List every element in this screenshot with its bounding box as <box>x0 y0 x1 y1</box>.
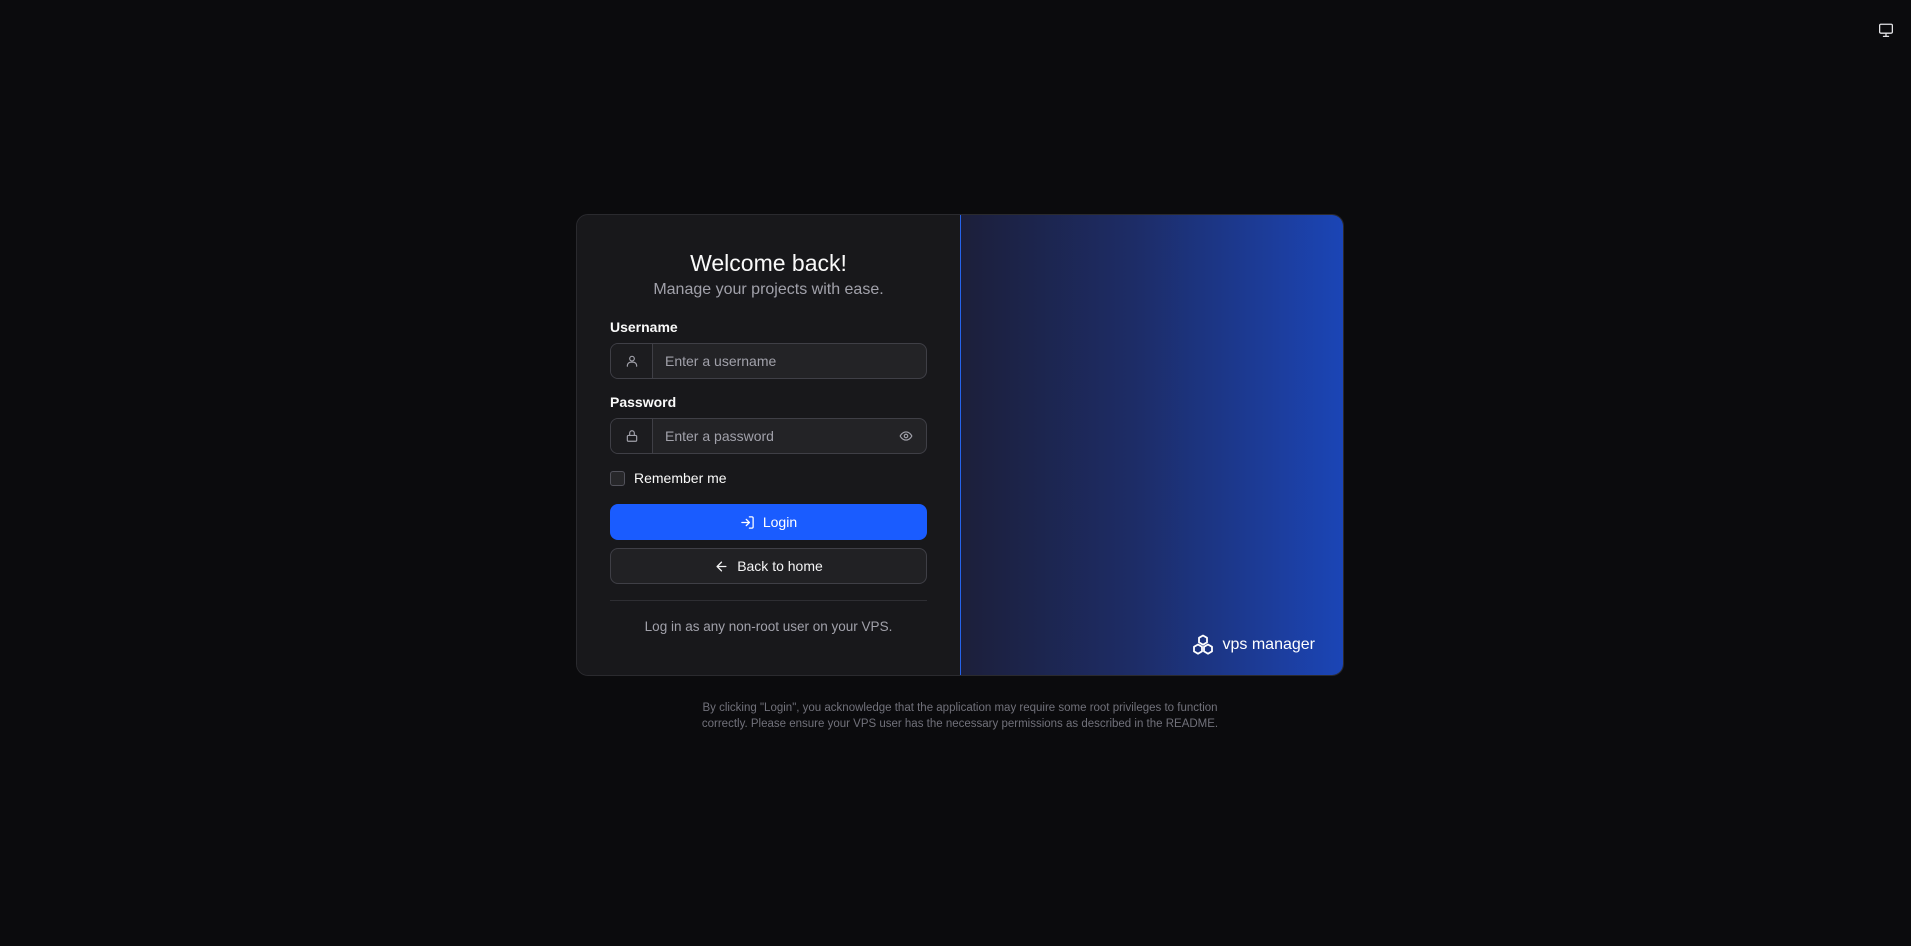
page-title: Welcome back! <box>690 250 847 276</box>
back-to-home-button[interactable]: Back to home <box>610 548 927 584</box>
page-subtitle: Manage your projects with ease. <box>653 281 884 298</box>
username-group <box>610 343 927 379</box>
login-button[interactable]: Login <box>610 504 927 540</box>
disclaimer-line-1: By clicking "Login", you acknowledge tha… <box>702 702 1218 714</box>
remember-label: Remember me <box>634 470 727 486</box>
eye-icon[interactable] <box>886 419 926 453</box>
login-note: Log in as any non-root user on your VPS. <box>644 619 893 634</box>
brand-name: vps manager <box>1222 636 1316 653</box>
remember-checkbox[interactable] <box>610 470 625 486</box>
login-form: Welcome back! Manage your projects with … <box>577 215 961 675</box>
login-card: Welcome back! Manage your projects with … <box>576 214 1344 676</box>
login-button-label: Login <box>762 514 798 530</box>
boxes-icon <box>1192 634 1213 655</box>
back-button-label: Back to home <box>737 558 823 574</box>
brand-logo: vps manager <box>1191 633 1316 657</box>
user-icon <box>611 344 653 378</box>
username-input[interactable] <box>653 344 926 378</box>
divider <box>610 600 927 601</box>
disclaimer: By clicking "Login", you acknowledge tha… <box>576 700 1344 732</box>
log-in-icon <box>741 515 754 529</box>
username-label: Username <box>610 319 678 335</box>
password-label: Password <box>610 394 677 410</box>
arrow-left-icon <box>716 561 727 571</box>
disclaimer-line-2: correctly. Please ensure your VPS user h… <box>701 718 1219 730</box>
remember-me[interactable]: Remember me <box>610 469 927 487</box>
monitor-icon[interactable] <box>1876 21 1896 39</box>
password-group <box>610 418 927 454</box>
lock-icon <box>611 419 653 453</box>
password-input[interactable] <box>653 419 886 453</box>
brand-panel: vps manager <box>961 215 1343 675</box>
